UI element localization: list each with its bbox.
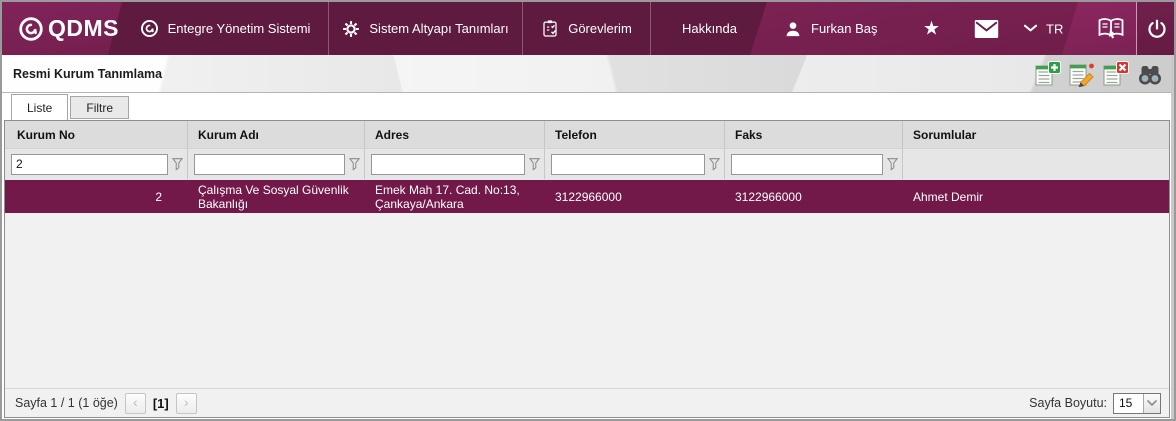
tab-strip: Liste Filtre: [2, 93, 1171, 120]
current-page-number[interactable]: [1]: [153, 396, 169, 411]
nav-item-label: Hakkında: [682, 21, 737, 36]
edit-record-icon[interactable]: [1069, 61, 1095, 87]
nav-item-gorevlerim[interactable]: Görevlerim: [522, 2, 650, 55]
filter-input-telefon[interactable]: [551, 153, 705, 175]
nav-item-label: Sistem Altyapı Tanımları: [369, 21, 509, 36]
language-code: TR: [1046, 21, 1064, 36]
filter-input-faks[interactable]: [731, 153, 883, 175]
grid-empty-area: [5, 213, 1169, 388]
user-name: Furkan Baş: [811, 21, 878, 36]
prev-page-button[interactable]: ‹: [124, 392, 146, 414]
qdms-logo[interactable]: QDMS: [2, 2, 122, 55]
grid-filter-row: [5, 148, 1169, 179]
grid-header-row: Kurum No Kurum Adı Adres Telefon Faks So…: [5, 121, 1169, 148]
nav-item-label: Entegre Yönetim Sistemi: [167, 21, 311, 36]
eys-circle-icon: [140, 19, 159, 38]
column-header-faks[interactable]: Faks: [725, 121, 903, 148]
nav-item-entegre-yonetim-sistemi[interactable]: Entegre Yönetim Sistemi: [122, 2, 328, 55]
column-header-sorumlular[interactable]: Sorumlular: [903, 121, 1169, 148]
filter-funnel-icon[interactable]: [887, 157, 898, 171]
cell-adres: Emek Mah 17. Cad. No:13, Çankaya/Ankara: [375, 182, 520, 211]
delete-record-icon[interactable]: [1103, 60, 1129, 87]
filter-funnel-icon[interactable]: [349, 157, 360, 171]
pagination-bar: Sayfa 1 / 1 (1 öğe) ‹ [1] › Sayfa Boyutu…: [5, 388, 1169, 417]
title-bar: Resmi Kurum Tanımlama: [2, 55, 1171, 93]
logout-power-icon[interactable]: [1146, 18, 1168, 40]
page-summary: Sayfa 1 / 1 (1 öğe): [15, 396, 118, 410]
top-nav-bar: QDMS Entegre Yönetim Sistemi Sistem Alty…: [2, 2, 1174, 55]
qdms-logo-text: QDMS: [48, 15, 119, 41]
qdms-logo-icon: [18, 16, 44, 42]
column-header-telefon[interactable]: Telefon: [545, 121, 725, 148]
user-manual-book-icon[interactable]: [1096, 16, 1126, 42]
page-size-value: 15: [1119, 396, 1133, 410]
app-window: QDMS Entegre Yönetim Sistemi Sistem Alty…: [0, 0, 1176, 421]
chevron-down-icon: [1024, 24, 1037, 33]
cell-kurum-adi: Çalışma Ve Sosyal Güvenlik Bakanlığı: [198, 182, 349, 211]
language-selector[interactable]: TR: [1024, 21, 1063, 36]
user-icon: [784, 20, 802, 38]
filter-input-adres[interactable]: [371, 153, 525, 175]
column-header-kurum-no[interactable]: Kurum No: [5, 121, 188, 148]
tab-filtre[interactable]: Filtre: [70, 96, 130, 119]
filter-funnel-icon[interactable]: [709, 157, 720, 171]
tasks-clipboard-icon: [541, 19, 559, 38]
column-header-adres[interactable]: Adres: [365, 121, 545, 148]
add-record-icon[interactable]: [1035, 60, 1061, 87]
filter-input-kurum-adi[interactable]: [194, 153, 345, 175]
search-binoculars-icon[interactable]: [1137, 61, 1163, 87]
page-title: Resmi Kurum Tanımlama: [13, 66, 163, 81]
data-grid: Kurum No Kurum Adı Adres Telefon Faks So…: [4, 120, 1170, 418]
column-header-kurum-adi[interactable]: Kurum Adı: [188, 121, 365, 148]
nav-item-hakkinda[interactable]: Hakkında: [650, 2, 768, 55]
nav-item-sistem-altyapi-tanimlari[interactable]: Sistem Altyapı Tanımları: [328, 2, 522, 55]
main-content: Resmi Kurum Tanımlama Liste Filtre Kurum…: [2, 55, 1174, 419]
filter-input-kurum-no[interactable]: [11, 153, 168, 175]
cell-kurum-no: 2: [155, 189, 162, 204]
user-menu[interactable]: Furkan Baş: [784, 20, 877, 38]
page-size-select[interactable]: 15: [1113, 392, 1161, 414]
mail-icon[interactable]: [974, 19, 999, 38]
nav-item-label: Görevlerim: [568, 21, 632, 36]
table-row-selected[interactable]: 2 Çalışma Ve Sosyal Güvenlik Bakanlığı E…: [5, 179, 1169, 213]
next-page-button[interactable]: ›: [175, 392, 197, 414]
select-chevron-icon: [1143, 393, 1160, 413]
cell-faks: 3122966000: [735, 189, 802, 204]
cell-sorumlular: Ahmet Demir: [913, 189, 984, 204]
favorites-star-icon[interactable]: ★: [923, 19, 940, 38]
filter-funnel-icon[interactable]: [529, 157, 540, 171]
cell-telefon: 3122966000: [555, 189, 622, 204]
tab-liste[interactable]: Liste: [11, 94, 69, 120]
filter-funnel-icon[interactable]: [172, 157, 183, 171]
gear-icon: [342, 20, 360, 38]
page-size-label: Sayfa Boyutu:: [1029, 396, 1107, 410]
